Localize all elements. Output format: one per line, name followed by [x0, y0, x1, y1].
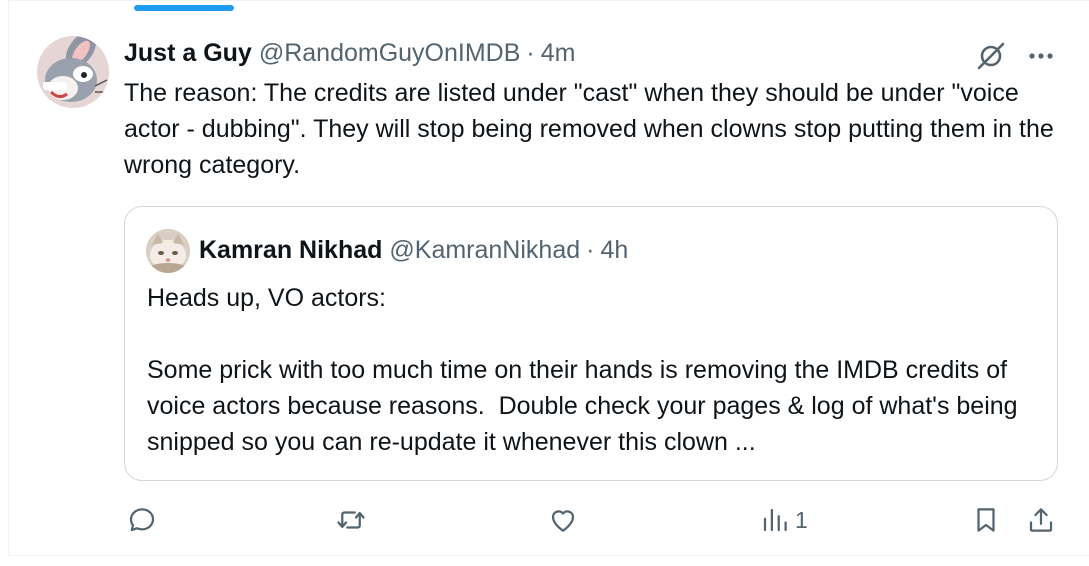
- grok-icon[interactable]: [975, 40, 1007, 72]
- author-display-name[interactable]: Just a Guy: [124, 39, 252, 68]
- quote-header: Kamran Nikhad @KamranNikhad · 4h: [199, 233, 628, 267]
- like-button[interactable]: [548, 502, 578, 538]
- like-icon: [551, 510, 575, 532]
- repost-icon: [337, 511, 365, 529]
- quote-author-avatar: [146, 229, 190, 273]
- active-tab-indicator: [134, 5, 234, 11]
- more-icon[interactable]: [1025, 40, 1057, 72]
- cat-avatar-icon: [146, 229, 190, 273]
- quote-author-display-name: Kamran Nikhad: [199, 235, 383, 264]
- bookmark-button[interactable]: [971, 502, 1001, 538]
- reply-button[interactable]: [127, 502, 157, 538]
- share-button[interactable]: [1026, 502, 1056, 538]
- quote-timestamp: 4h: [600, 235, 629, 264]
- tweet-text: The reason: The credits are listed under…: [124, 79, 1061, 179]
- tweet-timestamp[interactable]: 4m: [541, 39, 576, 68]
- separator-dot: ·: [526, 38, 535, 67]
- quote-text: Heads up, VO actors: Some prick with too…: [147, 284, 1018, 456]
- tweet-header: Just a Guy @RandomGuyOnIMDB · 4m: [124, 36, 575, 70]
- reply-icon: [129, 508, 155, 532]
- quote-author-handle: @KamranNikhad: [389, 235, 581, 264]
- quoted-tweet-card[interactable]: Kamran Nikhad @KamranNikhad · 4h Heads u…: [124, 206, 1058, 481]
- views-button[interactable]: 1: [760, 502, 808, 538]
- share-icon: [1029, 508, 1053, 532]
- views-count: 1: [795, 506, 808, 533]
- views-icon: [763, 508, 787, 532]
- separator-dot: ·: [586, 235, 595, 264]
- author-avatar[interactable]: [37, 36, 109, 108]
- cartoon-rabbit-avatar-icon: [37, 36, 109, 108]
- author-handle[interactable]: @RandomGuyOnIMDB: [259, 39, 521, 68]
- bookmark-icon: [977, 508, 995, 532]
- repost-button[interactable]: [336, 502, 366, 538]
